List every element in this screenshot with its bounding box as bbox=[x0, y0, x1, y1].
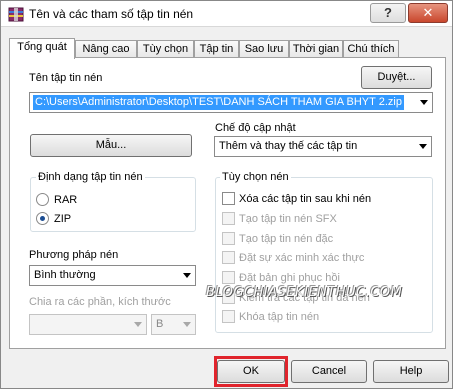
title-bar[interactable]: Tên và các tham số tập tin nén ? ✕ bbox=[1, 1, 452, 27]
compression-method-label: Phương pháp nén bbox=[29, 249, 119, 261]
chevron-down-icon[interactable] bbox=[419, 144, 427, 149]
split-unit-select[interactable]: B bbox=[151, 314, 196, 335]
archiving-options-title: Tùy chọn nén bbox=[220, 171, 291, 183]
browse-button[interactable]: Duyệt... bbox=[361, 66, 432, 89]
window-title: Tên và các tham số tập tin nén bbox=[29, 7, 194, 21]
radio-rar[interactable] bbox=[36, 193, 49, 206]
tab-time[interactable]: Thời gian bbox=[289, 40, 343, 58]
update-mode-label: Chế độ cập nhật bbox=[215, 122, 296, 134]
split-volumes-label: Chia ra các phần, kích thước bbox=[29, 296, 171, 308]
tab-files[interactable]: Tập tin bbox=[194, 40, 239, 58]
archive-path-value: C:\Users\Administrator\Desktop\TEST\DANH… bbox=[33, 95, 404, 110]
tab-comment[interactable]: Chú thích bbox=[343, 40, 399, 58]
checkbox-authenticity[interactable] bbox=[222, 251, 235, 264]
chevron-down-icon[interactable] bbox=[420, 100, 428, 105]
close-button[interactable]: ✕ bbox=[408, 3, 448, 23]
option-label: Khóa tập tin nén bbox=[239, 311, 320, 323]
option-label: Đặt sự xác minh xác thực bbox=[239, 252, 365, 264]
ok-button[interactable]: OK bbox=[217, 360, 285, 383]
compression-method-value: Bình thường bbox=[34, 269, 96, 281]
split-size-input[interactable] bbox=[29, 314, 147, 335]
chevron-down-icon[interactable] bbox=[183, 273, 191, 278]
tab-advanced[interactable]: Nâng cao bbox=[75, 40, 137, 58]
dialog-window: Tên và các tham số tập tin nén ? ✕ Tổng … bbox=[0, 0, 453, 389]
tab-general[interactable]: Tổng quát bbox=[9, 38, 75, 59]
checkbox-delete-after[interactable] bbox=[222, 192, 235, 205]
option-label: Tạo tập tin nén SFX bbox=[239, 213, 337, 225]
chevron-down-icon[interactable] bbox=[183, 322, 191, 327]
split-unit-value: B bbox=[156, 318, 164, 330]
archive-name-label: Tên tập tin nén bbox=[29, 72, 103, 84]
option-label: Xóa các tập tin sau khi nén bbox=[239, 193, 372, 205]
title-help-button[interactable]: ? bbox=[370, 3, 406, 23]
profiles-button[interactable]: Mẫu... bbox=[30, 134, 192, 157]
compression-method-select[interactable]: Bình thường bbox=[29, 265, 196, 286]
checkbox-solid[interactable] bbox=[222, 232, 235, 245]
chevron-down-icon[interactable] bbox=[134, 322, 142, 327]
radio-zip-label: ZIP bbox=[54, 213, 72, 225]
winrar-icon bbox=[8, 7, 24, 22]
tab-backup[interactable]: Sao lưu bbox=[239, 40, 289, 58]
checkbox-sfx[interactable] bbox=[222, 212, 235, 225]
checkbox-lock[interactable] bbox=[222, 310, 235, 323]
radio-zip[interactable] bbox=[36, 212, 49, 225]
radio-rar-label: RAR bbox=[54, 194, 78, 206]
update-mode-select[interactable]: Thêm và thay thế các tập tin bbox=[214, 136, 432, 157]
watermark-text: BLOGCHIASEKIENTHUC.COM bbox=[206, 285, 403, 300]
format-group-title: Định dạng tập tin nén bbox=[36, 171, 145, 183]
tab-options[interactable]: Tùy chọn bbox=[137, 40, 194, 58]
help-button[interactable]: Help bbox=[373, 360, 449, 383]
general-panel: Tên tập tin nén Duyệt... C:\Users\Admini… bbox=[9, 57, 446, 349]
archive-name-combo[interactable]: C:\Users\Administrator\Desktop\TEST\DANH… bbox=[29, 92, 433, 113]
option-label: Đặt bản ghi phục hồi bbox=[239, 272, 340, 284]
checkbox-recovery-record[interactable] bbox=[222, 271, 235, 284]
cancel-button[interactable]: Cancel bbox=[291, 360, 367, 383]
update-mode-value: Thêm và thay thế các tập tin bbox=[219, 140, 358, 152]
option-label: Tạo tập tin nén đặc bbox=[239, 233, 334, 245]
tab-strip: Tổng quát Nâng cao Tùy chọn Tập tin Sao … bbox=[9, 38, 449, 59]
